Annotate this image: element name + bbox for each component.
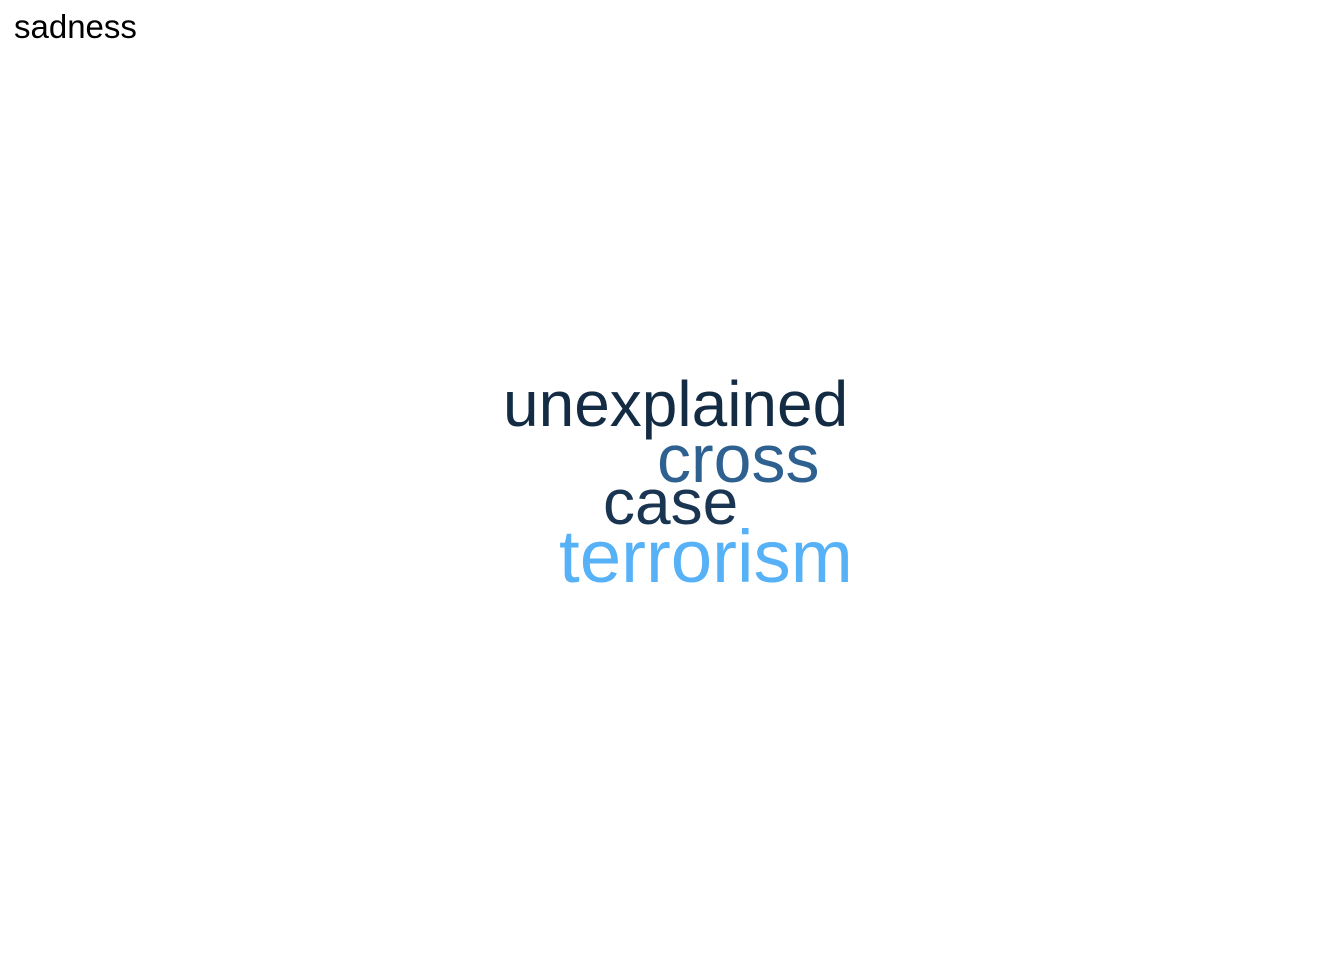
chart-title: sadness: [14, 8, 137, 45]
word-terrorism: terrorism: [559, 515, 853, 598]
